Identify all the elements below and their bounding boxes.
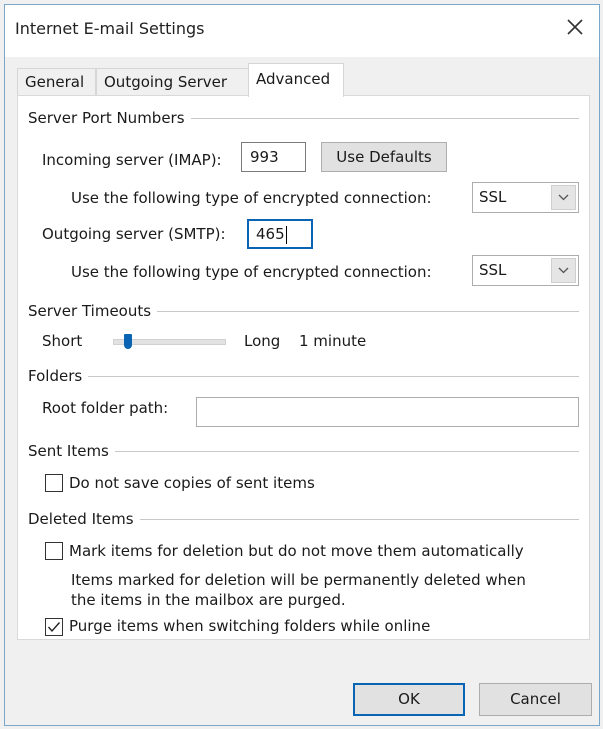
timeout-long-label: Long: [244, 332, 281, 350]
incoming-encryption-label: Use the following type of encrypted conn…: [71, 189, 432, 207]
mark-for-deletion-checkbox[interactable]: [45, 542, 63, 560]
advanced-panel: Server Port Numbers Incoming server (IMA…: [17, 95, 590, 640]
mark-for-deletion-label[interactable]: Mark items for deletion but do not move …: [69, 542, 524, 560]
purge-items-checkbox[interactable]: [45, 618, 63, 636]
tab-general[interactable]: General: [17, 68, 96, 95]
no-copies-checkbox[interactable]: [45, 474, 63, 492]
tab-outgoing-server[interactable]: Outgoing Server: [96, 68, 249, 95]
window-title: Internet E-mail Settings: [15, 19, 205, 38]
incoming-encryption-select[interactable]: SSL: [472, 182, 579, 213]
sent-items-group: Sent Items: [28, 441, 579, 461]
incoming-server-label: Incoming server (IMAP):: [42, 151, 222, 169]
text-caret: [285, 225, 287, 244]
group-label: Sent Items: [28, 442, 109, 460]
internet-email-settings-dialog: Internet E-mail Settings General Outgoin…: [4, 4, 600, 726]
timeout-value-label: 1 minute: [299, 332, 367, 350]
purge-items-label[interactable]: Purge items when switching folders while…: [69, 617, 430, 635]
chevron-down-icon[interactable]: [551, 258, 576, 283]
group-label: Deleted Items: [28, 510, 134, 528]
close-icon[interactable]: [563, 15, 587, 39]
use-defaults-button[interactable]: Use Defaults: [321, 142, 447, 172]
outgoing-encryption-select[interactable]: SSL: [472, 255, 579, 286]
folders-group: Folders: [28, 366, 579, 386]
group-label: Folders: [28, 367, 83, 385]
root-folder-input[interactable]: [196, 397, 579, 427]
timeout-slider-thumb[interactable]: [123, 334, 132, 349]
checkmark-icon: [47, 622, 61, 633]
outgoing-encryption-label: Use the following type of encrypted conn…: [71, 263, 432, 281]
select-value: SSL: [479, 261, 507, 279]
deletion-note-line1: Items marked for deletion will be perman…: [71, 571, 526, 589]
root-folder-label: Root folder path:: [42, 399, 169, 417]
server-port-numbers-group: Server Port Numbers: [28, 108, 579, 128]
group-label: Server Timeouts: [28, 302, 152, 320]
outgoing-server-label: Outgoing server (SMTP):: [42, 225, 226, 243]
select-value: SSL: [479, 188, 507, 206]
group-label: Server Port Numbers: [28, 109, 185, 127]
deleted-items-group: Deleted Items: [28, 509, 579, 529]
outgoing-port-input[interactable]: 465: [247, 219, 313, 249]
deletion-note-line2: the items in the mailbox are purged.: [71, 591, 346, 609]
ok-button[interactable]: OK: [353, 683, 465, 716]
cancel-button[interactable]: Cancel: [479, 683, 592, 716]
tab-advanced[interactable]: Advanced: [248, 63, 344, 97]
no-copies-label[interactable]: Do not save copies of sent items: [69, 474, 315, 492]
incoming-port-input[interactable]: 993: [241, 142, 306, 172]
chevron-down-icon[interactable]: [551, 185, 576, 210]
title-bar: Internet E-mail Settings: [5, 5, 599, 57]
timeout-short-label: Short: [42, 332, 83, 350]
server-timeouts-group: Server Timeouts: [28, 301, 579, 321]
